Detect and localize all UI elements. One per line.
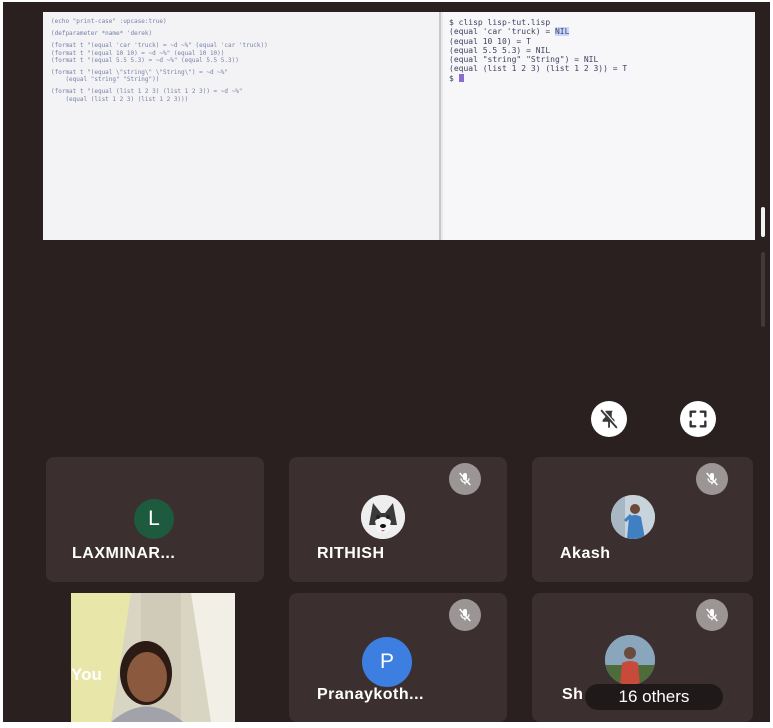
pin-off-icon (600, 409, 619, 429)
participant-tile[interactable]: RITHISH (289, 457, 507, 582)
code-line: (format t "(equal \"string\" \"String\")… (51, 69, 229, 77)
code-line: (defparameter *name* 'derek) (51, 30, 153, 38)
terminal-highlight: NIL (554, 27, 570, 37)
scrollbar-thumb[interactable] (761, 207, 765, 237)
mic-off-icon (459, 472, 471, 486)
self-name-label: You (71, 665, 102, 684)
terminal-output-line: (equal 'car 'truck) = NIL (449, 27, 749, 37)
participant-name: LAXMINAR... (72, 545, 176, 562)
code-line: (format t "(equal (list 1 2 3) (list 1 2… (51, 88, 243, 96)
avatar (605, 635, 655, 685)
code-line: (format t "(equal 10 10) = ~d ~%" (equal… (51, 49, 225, 57)
terminal-output-line: (equal (list 1 2 3) (list 1 2 3)) = T (449, 64, 628, 74)
mic-off-icon (459, 608, 471, 622)
terminal-output-line: (equal "string" "String") = NIL (449, 55, 599, 65)
terminal-pane: $ clisp lisp-tut.lisp (equal 'car 'truck… (443, 12, 755, 240)
participant-name: Akash (560, 545, 611, 562)
participant-tile[interactable]: P Pranaykoth... (289, 593, 507, 722)
code-line: (format t "(equal 'car 'truck) = ~d ~%" … (51, 42, 268, 50)
code-editor-pane: (echo "print-case" :upcase:true) (defpar… (43, 12, 441, 240)
self-camera-feed (71, 593, 235, 722)
terminal-cursor (458, 73, 464, 82)
terminal-output-line: (equal 5.5 5.3) = NIL (449, 45, 551, 55)
husky-photo-icon (361, 495, 405, 539)
meeting-window: (echo "print-case" :upcase:true) (defpar… (3, 2, 770, 722)
prompt-symbol: $ (449, 73, 459, 83)
mic-off-badge (449, 599, 481, 631)
code-line: (equal (list 1 2 3) (list 1 2 3))) (51, 95, 189, 103)
mic-off-badge (449, 463, 481, 495)
participant-tile[interactable]: Akash (532, 457, 753, 582)
person-photo-icon (611, 495, 655, 539)
scrollbar-track[interactable] (761, 252, 765, 327)
mic-off-icon (706, 608, 718, 622)
code-line: (equal "string" "String")) (51, 76, 160, 84)
terminal-prompt: $ (449, 73, 749, 83)
code-line: (format t "(equal 5.5 5.3) = ~d ~%" (equ… (51, 56, 239, 64)
mic-off-badge (696, 463, 728, 495)
terminal-command: $ clisp lisp-tut.lisp (449, 18, 551, 27)
terminal-output-line: (equal 10 10) = T (449, 36, 531, 46)
participant-tile[interactable]: L LAXMINAR... (46, 457, 264, 582)
terminal-output-text: (equal 'car 'truck) = (449, 27, 555, 37)
avatar: L (134, 499, 174, 539)
others-count-pill[interactable]: 16 others (585, 684, 723, 710)
mic-off-icon (706, 472, 718, 486)
fullscreen-button[interactable] (680, 401, 716, 437)
participant-name: Sh (562, 686, 584, 703)
avatar (611, 495, 655, 539)
mic-off-badge (696, 599, 728, 631)
avatar (361, 495, 405, 539)
unpin-button[interactable] (591, 401, 627, 437)
code-line: (echo "print-case" :upcase:true) (51, 18, 167, 25)
fullscreen-icon (689, 410, 707, 428)
avatar: P (362, 637, 412, 687)
participant-name: RITHISH (317, 545, 385, 562)
presentation-screen[interactable]: (echo "print-case" :upcase:true) (defpar… (43, 12, 755, 240)
participant-name: Pranaykoth... (317, 686, 424, 703)
person-photo-icon (605, 635, 655, 685)
self-view-tile[interactable]: You (71, 593, 235, 722)
